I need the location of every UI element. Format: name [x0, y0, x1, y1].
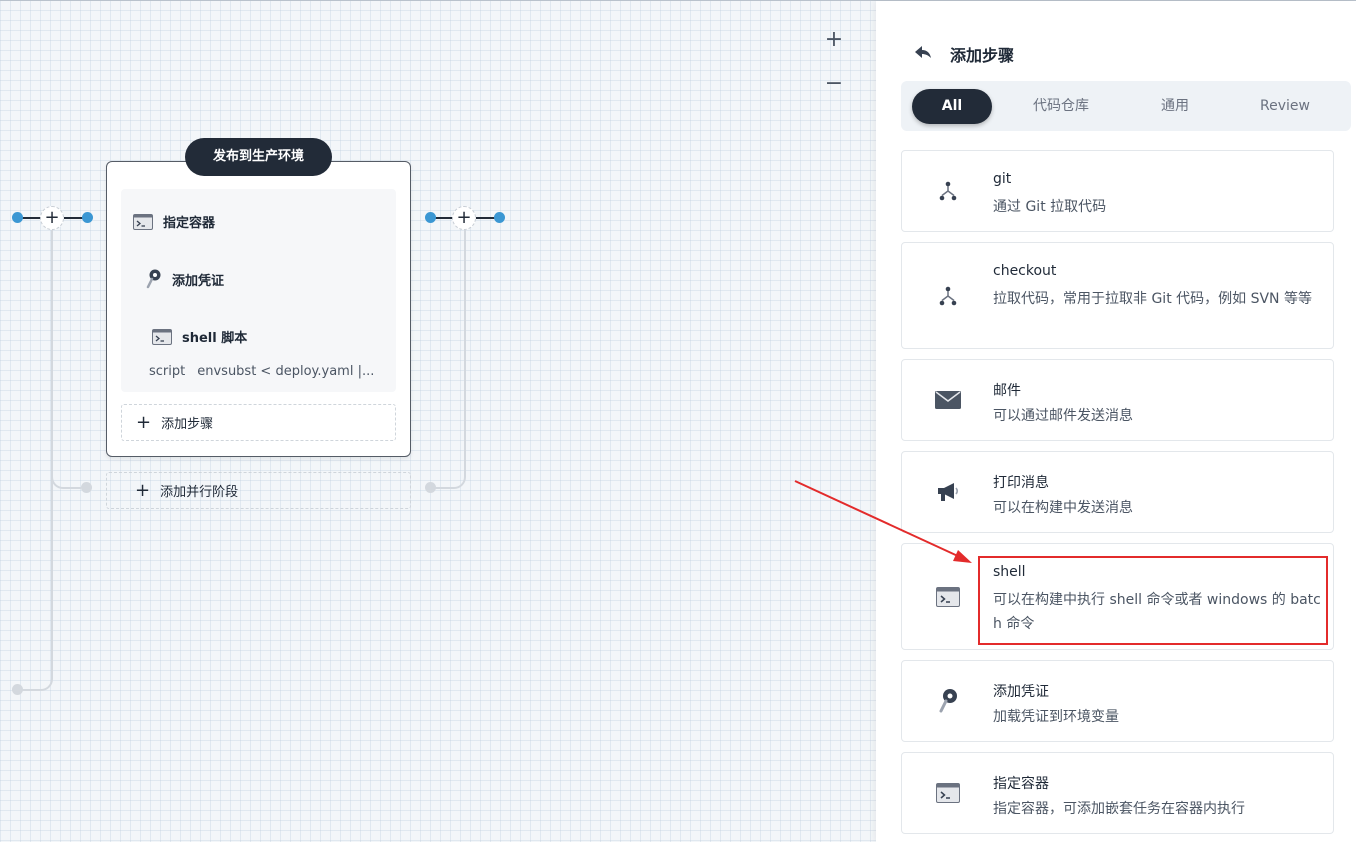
plus-icon: + — [135, 479, 151, 501]
panel-title: 添加步骤 — [950, 46, 1015, 65]
add-parallel-label: 添加并行阶段 — [160, 485, 239, 500]
tab-code-repo[interactable]: 代码仓库 — [1016, 89, 1106, 124]
add-stage-after-button[interactable]: + — [452, 206, 476, 230]
step-card-title: git — [993, 171, 1012, 187]
branch-dot — [12, 684, 23, 695]
step-card-title: shell — [993, 564, 1026, 580]
step-card-desc: 指定容器，可添加嵌套任务在容器内执行 — [993, 801, 1245, 817]
script-value: envsubst < deploy.yaml |... — [197, 364, 375, 379]
stage-title[interactable]: 发布到生产环境 — [185, 138, 332, 176]
step-card-desc: 可以在构建中发送消息 — [993, 500, 1133, 516]
terminal-icon — [133, 213, 153, 230]
step-card-desc: 可以通过邮件发送消息 — [993, 408, 1133, 424]
step-card-add-credential[interactable]: 添加凭证 加载凭证到环境变量 — [901, 660, 1334, 742]
step-card-desc: 通过 Git 拉取代码 — [993, 199, 1107, 215]
connector-dot — [82, 212, 93, 223]
git-branch-icon — [934, 282, 962, 310]
step-card-desc: 加载凭证到环境变量 — [993, 709, 1119, 725]
add-parallel-stage-button[interactable]: + 添加并行阶段 — [106, 472, 411, 509]
terminal-icon — [152, 328, 172, 345]
script-key: script — [149, 364, 186, 379]
step-container[interactable]: 指定容器 — [133, 212, 215, 231]
step-card-print-message[interactable]: 打印消息 可以在构建中发送消息 — [901, 451, 1334, 533]
branch-curve-long — [12, 230, 53, 691]
branch-dot — [425, 482, 436, 493]
branch-curve — [432, 230, 466, 489]
step-card-title: 添加凭证 — [993, 684, 1049, 700]
back-arrow-icon[interactable] — [912, 44, 934, 62]
connector-dot — [494, 212, 505, 223]
add-step-button[interactable]: + 添加步骤 — [121, 404, 396, 441]
branch-dot — [81, 482, 92, 493]
git-branch-icon — [934, 177, 962, 205]
tab-all[interactable]: All — [912, 89, 992, 124]
zoom-out-button[interactable]: − — [822, 72, 846, 96]
step-shell[interactable]: shell 脚本 — [152, 327, 247, 346]
add-stage-before-button[interactable]: + — [40, 206, 64, 230]
zoom-in-button[interactable]: + — [822, 28, 846, 52]
step-card-shell[interactable]: shell 可以在构建中执行 shell 命令或者 windows 的 batc… — [901, 543, 1334, 650]
step-card-mail[interactable]: 邮件 可以通过邮件发送消息 — [901, 359, 1334, 441]
step-card-title: checkout — [993, 263, 1057, 279]
key-icon — [146, 269, 162, 289]
connector-dot — [12, 212, 23, 223]
step-card-desc: 拉取代码，常用于拉取非 Git 代码，例如 SVN 等等 — [993, 291, 1312, 307]
step-card-title: 打印消息 — [993, 475, 1049, 491]
step-label: 添加凭证 — [172, 273, 225, 289]
step-card-desc: 可以在构建中执行 shell 命令或者 windows 的 batch 命令 — [993, 592, 1321, 632]
add-step-label: 添加步骤 — [161, 417, 214, 432]
key-icon — [934, 687, 962, 715]
plus-icon: + — [136, 411, 152, 433]
step-card-title: 指定容器 — [993, 776, 1049, 792]
step-card-checkout[interactable]: checkout 拉取代码，常用于拉取非 Git 代码，例如 SVN 等等 — [901, 242, 1334, 349]
mail-icon — [934, 386, 962, 414]
step-card-git[interactable]: git 通过 Git 拉取代码 — [901, 150, 1334, 232]
terminal-icon — [934, 583, 962, 611]
step-card-title: 邮件 — [993, 383, 1021, 399]
step-credential[interactable]: 添加凭证 — [146, 269, 224, 289]
step-card-container[interactable]: 指定容器 指定容器，可添加嵌套任务在容器内执行 — [901, 752, 1334, 834]
pipeline-canvas[interactable]: + − + + 发布到生产环境 指定容器 添加凭证 shell 脚本 scrip… — [0, 0, 876, 842]
connector-dot — [425, 212, 436, 223]
step-label: shell 脚本 — [182, 331, 248, 346]
tab-general[interactable]: 通用 — [1130, 89, 1220, 124]
branch-curve — [51, 470, 81, 489]
terminal-icon — [934, 779, 962, 807]
megaphone-icon — [934, 478, 962, 506]
step-script-preview: script envsubst < deploy.yaml |... — [149, 364, 374, 379]
category-tabs: All 代码仓库 通用 Review — [901, 81, 1351, 131]
tab-review[interactable]: Review — [1240, 89, 1330, 124]
step-label: 指定容器 — [163, 216, 216, 231]
